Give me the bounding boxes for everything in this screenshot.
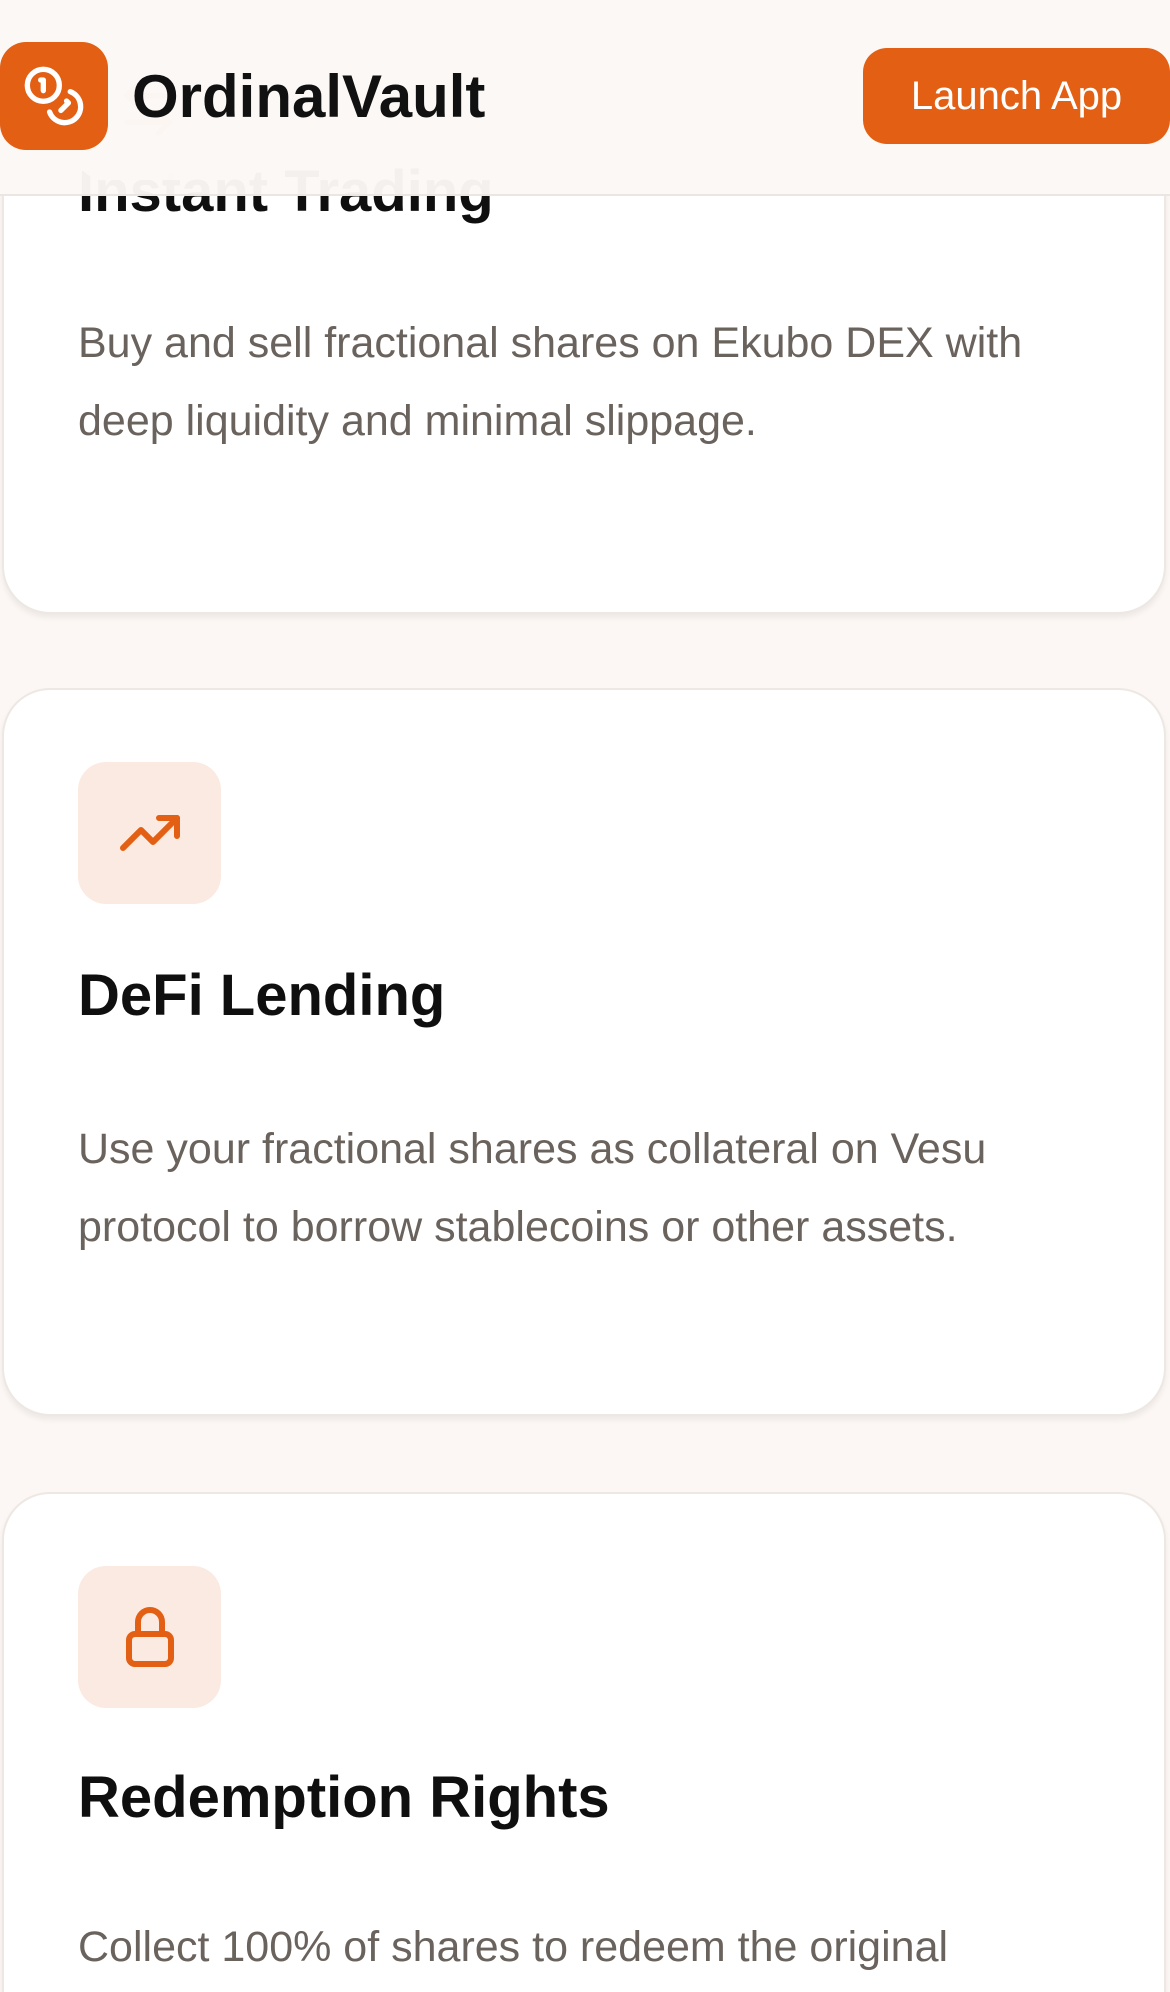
feature-title: DeFi Lending: [78, 963, 446, 1028]
feature-card-redemption-rights: Redemption Rights Collect 100% of shares…: [2, 1492, 1166, 1992]
brand-logo[interactable]: [0, 42, 108, 150]
brand-name[interactable]: OrdinalVault: [132, 62, 485, 132]
lock-icon: [125, 1607, 174, 1667]
site-header: OrdinalVault Launch App: [0, 0, 1170, 196]
feature-description: Collect 100% of shares to redeem the ori…: [78, 1923, 949, 1971]
feature-title: Redemption Rights: [78, 1765, 610, 1830]
trending-up-icon: [119, 815, 180, 851]
page: OrdinalVault Launch App Instant Trading …: [0, 0, 1170, 1992]
feature-description: Use your fractional shares as collateral…: [78, 1125, 987, 1251]
feature-card-defi-lending: DeFi Lending Use your fractional shares …: [2, 688, 1166, 1416]
feature-description: Buy and sell fractional shares on Ekubo …: [78, 319, 1023, 445]
feature-icon-box: [78, 762, 221, 904]
feature-icon-box: [78, 1566, 221, 1708]
coins-icon: [24, 66, 84, 126]
launch-app-button[interactable]: Launch App: [863, 48, 1170, 144]
